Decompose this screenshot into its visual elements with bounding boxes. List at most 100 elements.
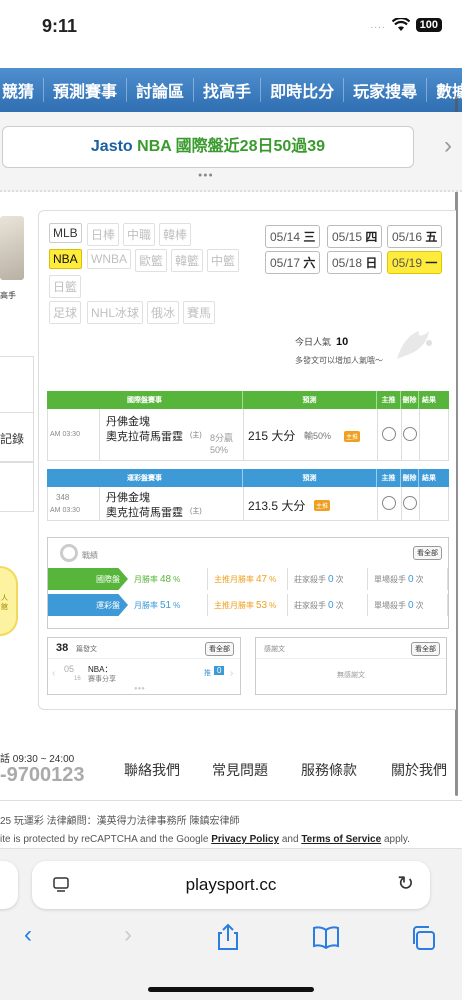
date-tab-3[interactable]: 05/17 六 bbox=[265, 251, 321, 274]
lightbulb-icon[interactable]: 人 館 bbox=[0, 566, 18, 636]
banner-next-icon[interactable]: › bbox=[444, 132, 452, 160]
recaptcha-apply: apply. bbox=[381, 834, 410, 845]
prediction-value: 213.5 大分 bbox=[248, 499, 306, 513]
league-tab-0[interactable]: MLB bbox=[49, 223, 82, 243]
league-tab-13[interactable]: 賽馬 bbox=[183, 301, 216, 324]
stat-cell-label: 莊家殺手 bbox=[294, 600, 326, 610]
date-tab-5[interactable]: 05/19 一 bbox=[387, 251, 443, 274]
featured-radio[interactable] bbox=[382, 427, 396, 441]
sidebar-item[interactable] bbox=[0, 462, 34, 512]
stat-cell-c1: 月勝率 51% bbox=[128, 594, 208, 616]
previous-tab[interactable] bbox=[0, 861, 18, 909]
reload-icon[interactable]: ↻ bbox=[397, 871, 414, 896]
delete-radio[interactable] bbox=[403, 427, 417, 441]
url-text[interactable]: playsport.cc bbox=[32, 875, 430, 895]
day-label: 四 bbox=[365, 230, 378, 244]
delete-radio[interactable] bbox=[403, 496, 417, 510]
bulb-text: 人 館 bbox=[1, 595, 8, 611]
date-tab-1[interactable]: 05/15 四 bbox=[327, 225, 383, 248]
footer-terms-link[interactable]: 服務條款 bbox=[301, 760, 357, 780]
league-tab-11[interactable]: NHL冰球 bbox=[87, 301, 144, 324]
share-icon[interactable] bbox=[216, 923, 240, 951]
intl-prediction-table: 國際盤賽事 預測 主推 刪除 結果 AM 03:30 丹佛金塊 奧克拉荷馬雷霆 … bbox=[47, 391, 449, 461]
lottery-table-header: 運彩盤賽事 預測 主推 刪除 結果 bbox=[47, 469, 449, 487]
thanks-view-all-button[interactable]: 看全部 bbox=[411, 642, 440, 656]
posts-box: 38 篇發文 看全部 ‹ 05 16 NBA： 賽事分享 推 0 › ●●● bbox=[47, 637, 241, 695]
sidebar-record-item[interactable]: 記錄 bbox=[0, 412, 34, 462]
league-tab-1[interactable]: 日棒 bbox=[87, 223, 120, 246]
chevron-right-icon[interactable]: › bbox=[230, 668, 233, 679]
league-tab-10[interactable]: 足球 bbox=[49, 301, 82, 324]
tabs-icon[interactable] bbox=[410, 925, 436, 951]
header-featured: 主推 bbox=[377, 469, 401, 487]
date-tab-2[interactable]: 05/16 五 bbox=[387, 225, 443, 248]
stats-title: 戰績 bbox=[82, 551, 98, 560]
day-label: 五 bbox=[425, 230, 438, 244]
header-delete: 刪除 bbox=[401, 391, 419, 409]
nav-item-5[interactable]: 玩家搜尋 bbox=[344, 78, 428, 102]
league-tab-5[interactable]: WNBA bbox=[87, 249, 131, 269]
home-suffix: (主) bbox=[190, 432, 202, 439]
stat-label: 國際盤 bbox=[48, 568, 128, 590]
nav-item-4[interactable]: 即時比分 bbox=[261, 78, 345, 102]
day-label: 六 bbox=[303, 256, 316, 270]
footer-divider bbox=[0, 800, 462, 801]
stat-cell-c4: 單場殺手 0 次 bbox=[368, 594, 448, 616]
back-icon[interactable]: ‹ bbox=[24, 921, 32, 949]
forward-icon[interactable]: › bbox=[124, 921, 132, 949]
avatar[interactable] bbox=[0, 216, 24, 280]
date-label: 05/19 bbox=[392, 256, 423, 270]
header-result: 結果 bbox=[422, 475, 436, 482]
sidebar-panel bbox=[0, 356, 34, 414]
stat-cell-unit: % bbox=[173, 574, 181, 584]
league-tab-12[interactable]: 俄冰 bbox=[147, 301, 180, 324]
league-tab-3[interactable]: 韓棒 bbox=[159, 223, 192, 246]
spread-pct: 50% bbox=[210, 445, 229, 455]
stat-cell-label: 主推月勝率 bbox=[214, 574, 254, 584]
profile-sidebar: 高手 記錄 人 館 bbox=[0, 206, 34, 726]
nav-item-2[interactable]: 討論區 bbox=[127, 78, 195, 102]
posts-view-all-button[interactable]: 看全部 bbox=[205, 642, 234, 656]
header-match: 運彩盤賽事 bbox=[47, 469, 243, 487]
header-featured: 主推 bbox=[377, 391, 401, 409]
featured-radio[interactable] bbox=[382, 496, 396, 510]
service-phone[interactable]: -9700123 bbox=[0, 764, 85, 787]
stat-cell-label: 月勝率 bbox=[134, 574, 158, 584]
date-tab-4[interactable]: 05/18 日 bbox=[327, 251, 383, 274]
footer-contact-link[interactable]: 聯絡我們 bbox=[124, 760, 180, 780]
stat-cell-unit: % bbox=[173, 600, 181, 610]
league-tab-6[interactable]: 歐籃 bbox=[135, 249, 168, 272]
terms-link[interactable]: Terms of Service bbox=[301, 834, 381, 845]
league-tab-4[interactable]: NBA bbox=[49, 249, 82, 269]
popularity: 今日人氣 10 bbox=[295, 335, 348, 348]
post-date-sub: 16 bbox=[74, 676, 81, 682]
bookmarks-icon[interactable] bbox=[312, 925, 340, 949]
nav-item-0[interactable]: 競猜 bbox=[0, 78, 45, 102]
address-bar[interactable]: playsport.cc ↻ bbox=[32, 861, 430, 909]
date-label: 05/15 bbox=[332, 230, 363, 244]
home-indicator bbox=[148, 987, 314, 992]
privacy-link[interactable]: Privacy Policy bbox=[211, 834, 279, 845]
nav-item-1[interactable]: 預測賽事 bbox=[44, 78, 128, 102]
banner-headline[interactable]: Jasto NBA 國際盤近28日50過39 bbox=[2, 126, 414, 168]
post-subtitle[interactable]: 賽事分享 bbox=[88, 674, 116, 684]
league-tab-2[interactable]: 中職 bbox=[123, 223, 156, 246]
header-match: 國際盤賽事 bbox=[47, 391, 243, 409]
banner-record: NBA 國際盤近28日50過39 bbox=[137, 138, 326, 155]
profile-label: 高手 bbox=[0, 291, 16, 300]
stats-view-all-button[interactable]: 看全部 bbox=[413, 546, 442, 560]
copyright: 25 玩運彩 法律顧問：漢英得力法律事務所 陳鎮宏律師 bbox=[0, 816, 240, 827]
popularity-value: 10 bbox=[336, 336, 349, 348]
footer-about-link[interactable]: 關於我們 bbox=[391, 760, 447, 780]
nav-item-3[interactable]: 找高手 bbox=[194, 78, 262, 102]
stat-row: 運彩盤 月勝率 51% 主推月勝率 53% 莊家殺手 0 次單場殺手 0 次 bbox=[48, 594, 448, 616]
league-tab-8[interactable]: 中籃 bbox=[207, 249, 240, 272]
league-tab-7[interactable]: 韓籃 bbox=[171, 249, 204, 272]
chevron-left-icon[interactable]: ‹ bbox=[52, 668, 55, 679]
header-result: 結果 bbox=[422, 397, 436, 404]
post-date: 05 bbox=[64, 664, 75, 674]
league-tab-9[interactable]: 日籃 bbox=[49, 275, 82, 298]
date-tab-0[interactable]: 05/14 三 bbox=[265, 225, 321, 248]
header-delete: 刪除 bbox=[401, 469, 419, 487]
footer-faq-link[interactable]: 常見問題 bbox=[212, 760, 268, 780]
